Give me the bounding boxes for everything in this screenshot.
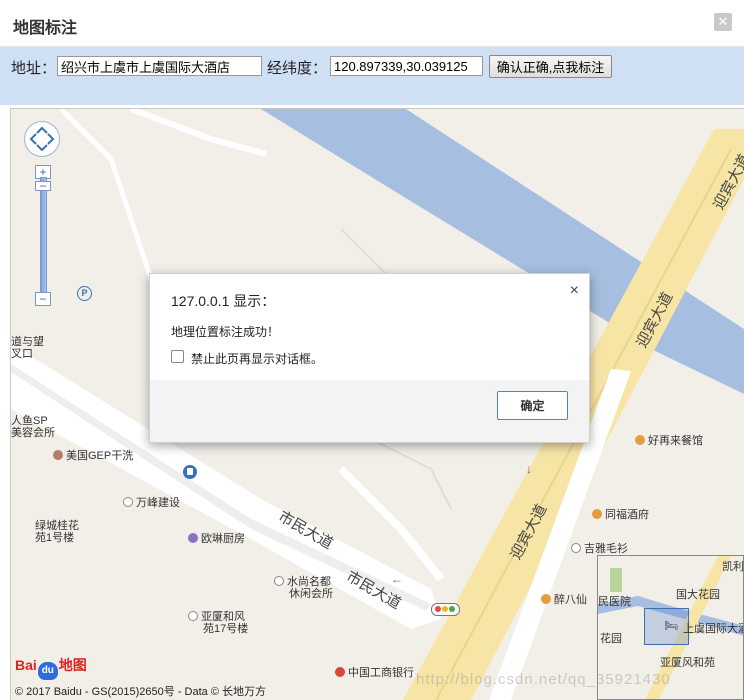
poi-label: 美国GEP干洗 (66, 450, 134, 462)
toolbar: 地址： 经纬度： 确认正确,点我标注 (0, 47, 744, 105)
poi-item[interactable]: 欧琳厨房 (188, 530, 245, 546)
road-minor (370, 438, 452, 510)
poi-label: 中国工商银行 (348, 667, 414, 679)
hotel-icon: 🛏 (664, 620, 678, 632)
poi-item[interactable]: 好再来餐馆 (635, 432, 703, 448)
road-minor (59, 109, 154, 280)
logo-text: Bai (15, 657, 37, 673)
poi-label[interactable]: 苑1号楼 (35, 529, 74, 545)
poi-label[interactable]: 美容会所 (11, 424, 55, 440)
zoom-slider[interactable] (40, 177, 47, 297)
pan-arrows-icon (29, 126, 55, 152)
poi-label: 醉八仙 (554, 594, 587, 606)
watermark: http://blog.csdn.net/qq_35921430 (416, 671, 671, 688)
food-icon (541, 594, 551, 604)
suppress-dialogs-checkbox[interactable] (171, 350, 184, 363)
baidu-map-logo[interactable]: Bai du 地图 (15, 655, 87, 680)
poi-label[interactable]: 叉口 (11, 345, 33, 361)
overview-label: 凯利 (722, 561, 744, 573)
poi-label: 吉雅毛衫 (584, 543, 628, 555)
bus-stop-icon[interactable] (183, 465, 197, 479)
traffic-light-icon[interactable] (431, 603, 460, 616)
overview-label: 亚厦风和苑 (660, 657, 715, 669)
overview-label: 国大花园 (676, 589, 720, 601)
alert-message: 地理位置标注成功！ (171, 325, 280, 339)
dialog-title: 地图标注 (13, 20, 78, 37)
overview-label: 民医院 (598, 596, 631, 608)
alert-dialog: 127.0.0.1 显示： × 地理位置标注成功！ 禁止此页再显示对话框。 确定 (149, 273, 590, 443)
parking-icon[interactable]: P (77, 286, 92, 301)
poi-label: 同福酒府 (605, 509, 649, 521)
dot-icon (571, 543, 581, 553)
dot-icon (274, 576, 284, 586)
address-input[interactable] (57, 56, 262, 76)
coords-label: 经纬度： (267, 60, 328, 77)
alert-title: 127.0.0.1 显示： (171, 293, 276, 309)
logo-paw-icon: du (37, 662, 58, 680)
alert-ok-button[interactable]: 确定 (497, 391, 568, 420)
direction-arrow-icon: ← (391, 572, 403, 586)
suppress-dialogs-label[interactable]: 禁止此页再显示对话框。 (191, 350, 323, 367)
address-label: 地址： (11, 60, 57, 77)
dot-icon (188, 611, 198, 621)
poi-item[interactable]: 美国GEP干洗 (53, 447, 133, 463)
zoom-slider-handle[interactable]: − (35, 180, 51, 192)
road-minor (129, 109, 267, 157)
map-copyright: © 2017 Baidu - GS(2015)2650号 - Data © 长地… (15, 686, 266, 698)
poi-label: 欧琳厨房 (201, 533, 245, 545)
poi-item[interactable]: 吉雅毛衫 (571, 540, 628, 556)
direction-arrow-icon: ↓ (526, 462, 532, 476)
laundry-icon (53, 450, 63, 460)
poi-label: 好再来餐馆 (648, 435, 703, 447)
bank-icon (335, 667, 345, 677)
dot-icon (123, 497, 133, 507)
dialog-header: 地图标注 ✕ (0, 0, 744, 47)
poi-label: 万峰建设 (136, 497, 180, 509)
confirm-mark-button[interactable]: 确认正确,点我标注 (489, 55, 612, 78)
poi-item[interactable]: 醉八仙 (541, 591, 587, 607)
alert-close-icon[interactable]: × (570, 282, 579, 300)
pan-control-icon[interactable] (24, 121, 60, 157)
food-icon (635, 435, 645, 445)
zoom-out-button[interactable]: − (35, 292, 51, 306)
dialog-close-icon[interactable]: ✕ (714, 13, 732, 31)
poi-item[interactable]: 中国工商银行 (335, 664, 414, 680)
logo-text: 地图 (58, 657, 87, 673)
coords-input[interactable] (330, 56, 483, 76)
overview-label: 上虞国际大酒 (683, 623, 744, 635)
poi-item[interactable]: 同福酒府 (592, 506, 649, 522)
shopping-icon (188, 533, 198, 543)
poi-label[interactable]: 苑17号楼 (203, 620, 248, 636)
poi-item[interactable]: 万峰建设 (123, 494, 180, 510)
overview-label: 花园 (600, 633, 622, 645)
food-icon (592, 509, 602, 519)
poi-label[interactable]: 休闲会所 (289, 585, 333, 601)
